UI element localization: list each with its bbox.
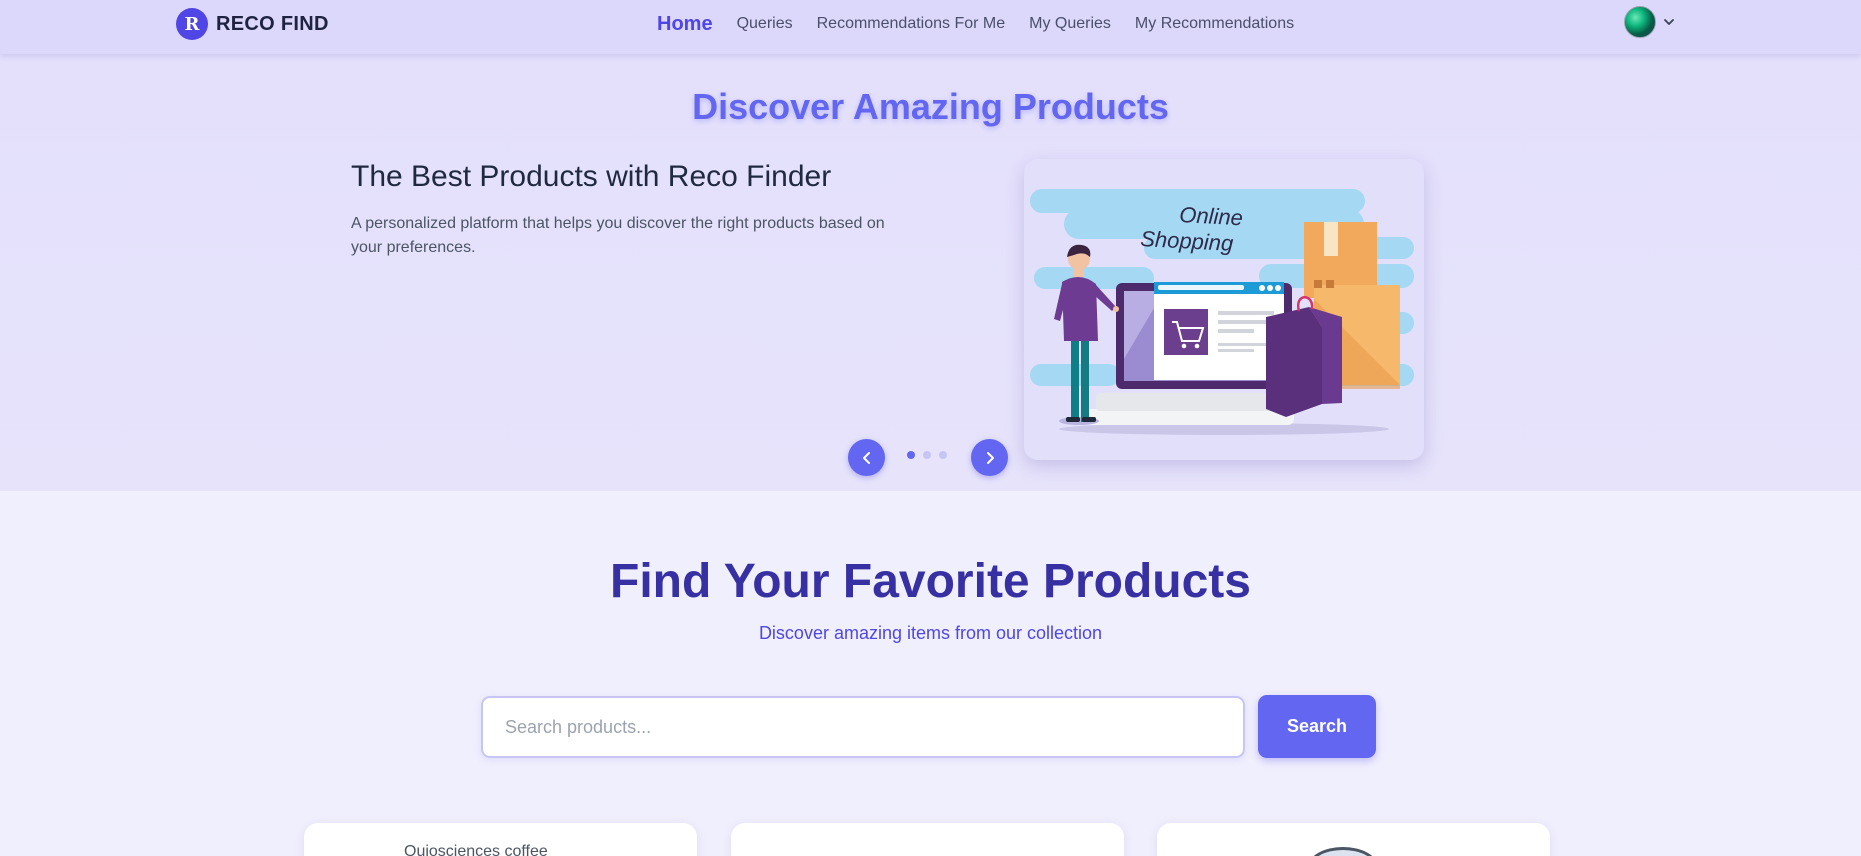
- product-card[interactable]: [1157, 823, 1550, 856]
- nav-item-queries[interactable]: Queries: [737, 15, 793, 33]
- user-avatar[interactable]: [1624, 6, 1656, 38]
- product-image: [1308, 847, 1378, 856]
- brand-name: RECO FIND: [216, 12, 329, 35]
- nav-item-my-recommendations[interactable]: My Recommendations: [1135, 15, 1294, 33]
- search-button[interactable]: Search: [1258, 695, 1376, 758]
- carousel-dot-1[interactable]: [907, 451, 915, 459]
- chevron-right-icon: [986, 451, 994, 464]
- product-card[interactable]: Quiosciences coffee: [304, 823, 697, 856]
- navbar: R RECO FIND Home Queries Recommendations…: [0, 0, 1861, 54]
- section-subtitle: Discover amazing items from our collecti…: [758, 623, 1103, 643]
- chevron-left-icon: [862, 451, 870, 464]
- chevron-down-icon[interactable]: [1662, 15, 1676, 29]
- slide-heading: The Best Products with Reco Finder: [351, 160, 832, 193]
- product-image-alt: Quiosciences coffee: [404, 843, 548, 856]
- brand-logo[interactable]: R RECO FIND: [176, 8, 329, 40]
- nav-item-recommendations-for-me[interactable]: Recommendations For Me: [817, 15, 1006, 33]
- hero-carousel: Discover Amazing Products The Best Produ…: [0, 54, 1861, 491]
- carousel-dot-3[interactable]: [939, 451, 947, 459]
- nav-item-my-queries[interactable]: My Queries: [1029, 15, 1111, 33]
- carousel-dot-2[interactable]: [923, 451, 931, 459]
- slide-description: A personalized platform that helps you d…: [351, 215, 885, 256]
- carousel-next-button[interactable]: [971, 439, 1008, 476]
- illustration-caption-line1: Online: [1179, 202, 1244, 230]
- nav-item-home[interactable]: Home: [657, 13, 713, 36]
- search-input[interactable]: [481, 696, 1245, 758]
- section-title: Find Your Favorite Products: [610, 555, 1251, 608]
- hero-title: Discover Amazing Products: [692, 86, 1169, 127]
- product-card[interactable]: [731, 823, 1124, 856]
- user-menu[interactable]: [1624, 6, 1676, 38]
- main-nav: Home Queries Recommendations For Me My Q…: [657, 0, 1318, 48]
- slide-image: Online Shopping: [1024, 159, 1424, 460]
- illustration-caption-line2: Shopping: [1140, 226, 1235, 256]
- brand-badge: R: [176, 8, 208, 40]
- carousel-prev-button[interactable]: [848, 439, 885, 476]
- online-shopping-illustration: Online Shopping: [1024, 159, 1424, 460]
